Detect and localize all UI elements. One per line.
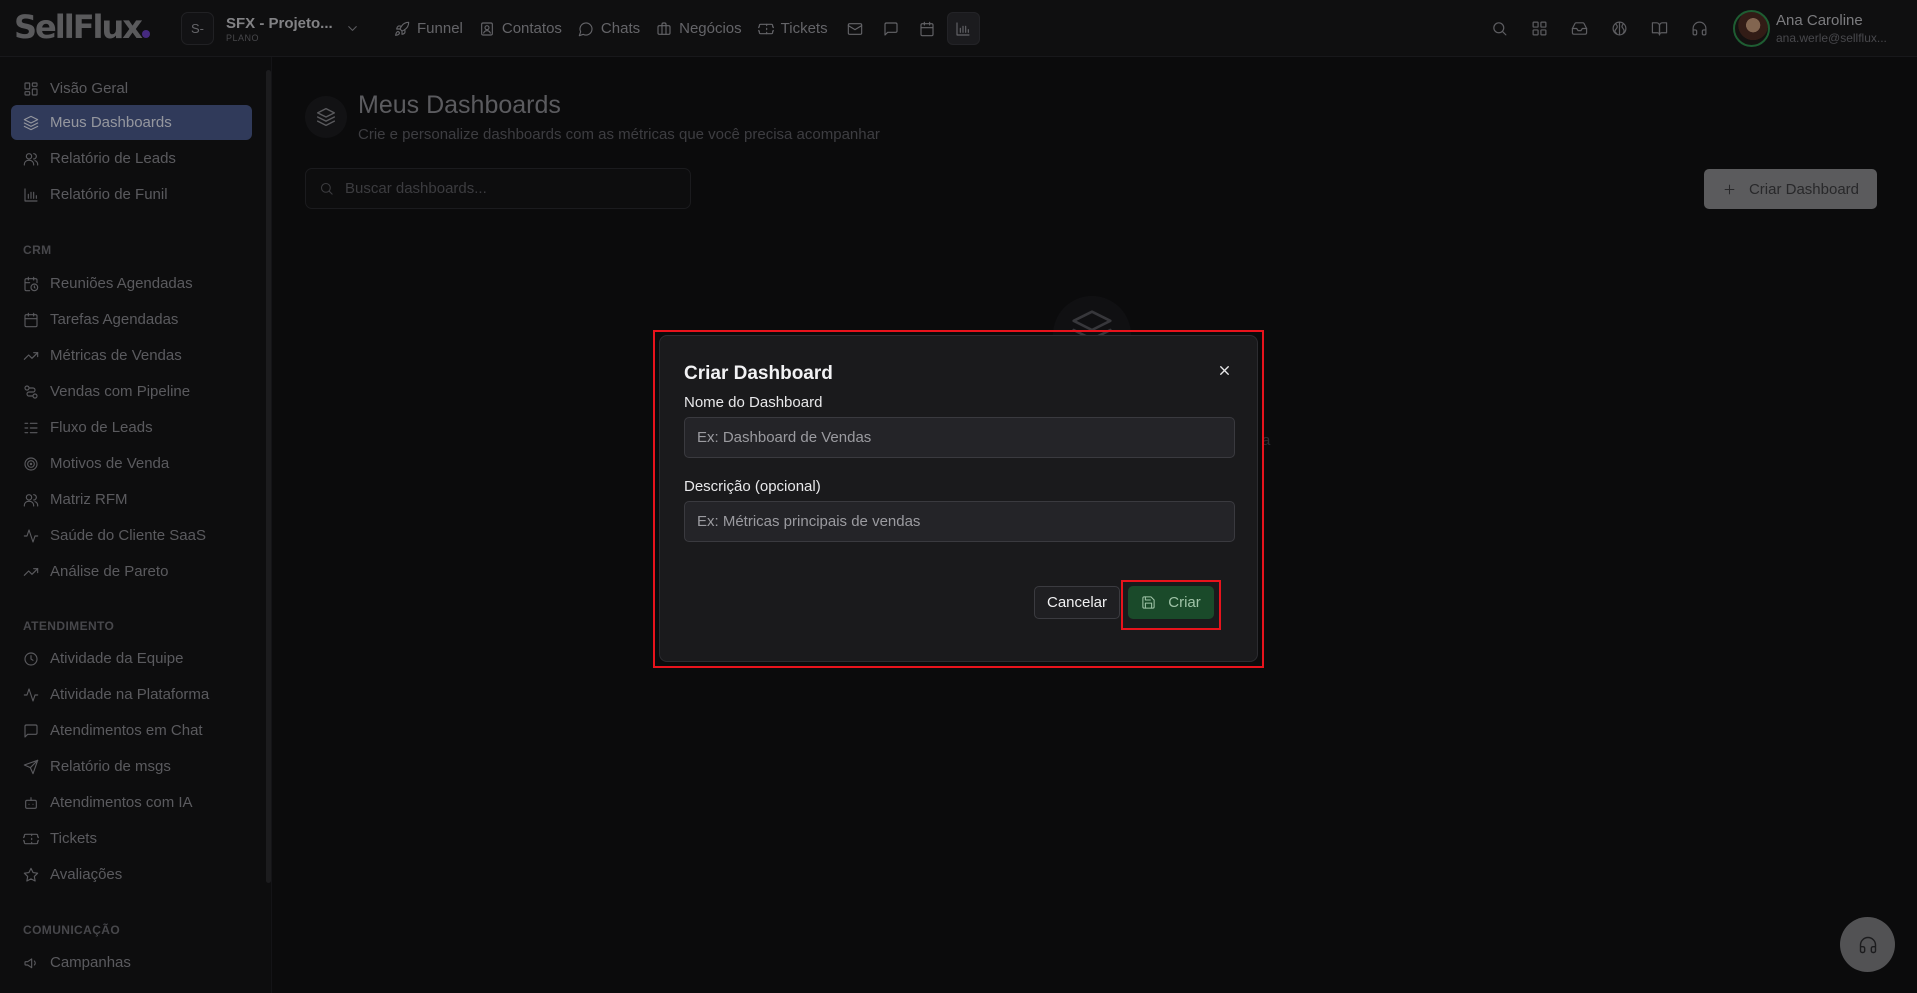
- dashboard-description-input[interactable]: [684, 501, 1235, 542]
- create-button-highlight-frame: [1121, 580, 1221, 630]
- close-icon: [1217, 363, 1232, 378]
- name-label: Nome do Dashboard: [684, 394, 823, 411]
- description-label: Descrição (opcional): [684, 478, 821, 495]
- close-button[interactable]: [1212, 358, 1236, 382]
- modal-title: Criar Dashboard: [684, 363, 833, 384]
- cancel-button[interactable]: Cancelar: [1034, 586, 1120, 619]
- dashboard-name-input[interactable]: [684, 417, 1235, 458]
